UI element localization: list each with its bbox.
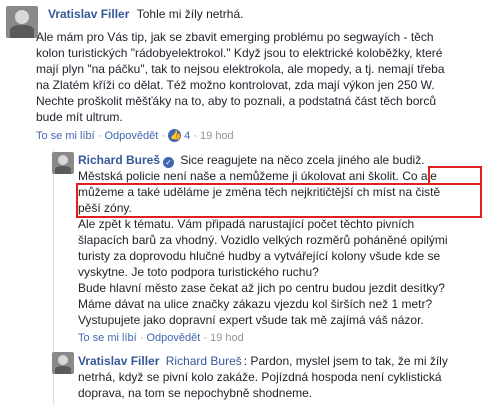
comment-header: Richard Bureš ✓ Sice reagujete na něco zc… bbox=[78, 152, 425, 168]
comment-text: : Pardon, myslel jsem to tak, že mi žíly bbox=[243, 354, 448, 368]
avatar[interactable] bbox=[6, 6, 38, 38]
comment-text: Tohle mi žíly netrhá. bbox=[136, 7, 244, 21]
like-link[interactable]: To se mi líbí bbox=[36, 130, 95, 142]
comment-line: Vystupujete jako dopravní expert všude t… bbox=[78, 313, 424, 327]
comment-text: Městská policie není naše a nemůžeme ji … bbox=[78, 169, 399, 183]
timestamp[interactable]: 19 hod bbox=[210, 332, 244, 344]
comment-line: mají plyn "na páčku", tak to nejsou elek… bbox=[36, 62, 445, 76]
verified-badge-icon: ✓ bbox=[163, 157, 175, 168]
comment-line: Bude hlavní město zase čekat až jich po … bbox=[78, 281, 445, 295]
comment-line: bude mít ultrum. bbox=[36, 110, 123, 124]
comment-line: netrhá, když se pivní kolo zakáže. Pojíz… bbox=[78, 370, 442, 384]
comment-actions: To se mi líbí · Odpovědět · 19 hod bbox=[78, 332, 244, 344]
comment-author[interactable]: Vratislav Filler bbox=[78, 354, 159, 368]
avatar[interactable] bbox=[52, 152, 74, 174]
comment-line: na Zlatém kříži co dělat. Též možno kont… bbox=[36, 78, 435, 92]
highlight-box bbox=[76, 183, 482, 218]
comment-line: Ale zpět k tématu. Vám připadá narustají… bbox=[78, 217, 415, 231]
like-link[interactable]: To se mi líbí bbox=[78, 332, 137, 344]
comment-line: doprava, na tom se nepochybně shodneme. bbox=[78, 386, 313, 400]
mention-link[interactable]: Richard Bureš bbox=[166, 354, 242, 368]
comment-author[interactable]: Richard Bureš bbox=[78, 153, 160, 167]
reply-link[interactable]: Odpovědět bbox=[146, 332, 200, 344]
comment-line: Máme dávat na ulice značky zákazu vjezdu… bbox=[78, 297, 433, 311]
comment-line: Městská policie není naše a nemůžeme ji … bbox=[78, 168, 437, 184]
comment-line: turisty za doprovodu hlučné hudby a vytv… bbox=[78, 249, 441, 263]
comment-text: Sice reagujete na něco zcela jiného ale … bbox=[180, 153, 425, 167]
timestamp[interactable]: 19 hod bbox=[200, 130, 234, 142]
comment-line: Nechte proškolit měšťáky na to, aby to p… bbox=[36, 94, 437, 108]
comment-actions: To se mi líbí · Odpovědět · 4 · 19 hod bbox=[36, 129, 234, 143]
comment-author[interactable]: Vratislav Filler bbox=[48, 7, 129, 21]
avatar[interactable] bbox=[52, 352, 74, 374]
reply-link[interactable]: Odpovědět bbox=[104, 130, 158, 142]
reaction-count[interactable]: 4 bbox=[184, 130, 190, 142]
comment-line: šlapacích barů za vhodný. Vozidlo velkýc… bbox=[78, 233, 448, 247]
comment-line: kolon turistických "rádobyelektrokol." K… bbox=[36, 46, 443, 60]
comment-line: vyskytne. Je toto podpora turistického r… bbox=[78, 265, 319, 279]
comment-line: Ale mám pro Vás tip, jak se zbavit emerg… bbox=[36, 30, 434, 44]
comment-header: Vratislav Filler Tohle mi žíly netrhá. bbox=[48, 6, 243, 22]
like-reaction-icon bbox=[168, 129, 181, 142]
comment-header: Vratislav Filler Richard Bureš: Pardon, … bbox=[78, 353, 448, 369]
